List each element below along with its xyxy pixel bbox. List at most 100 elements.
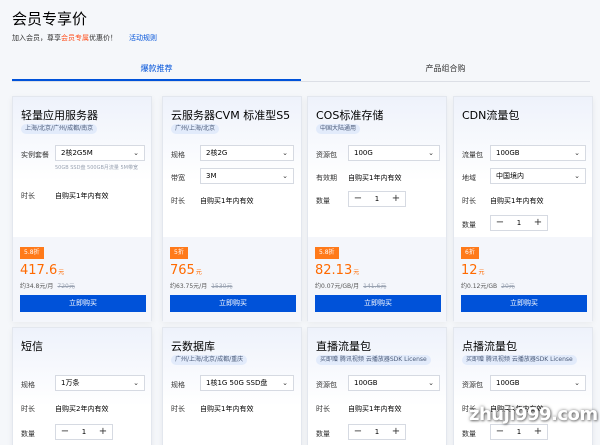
plus-icon[interactable]: + [387,425,405,439]
region-label: 地域 [462,174,476,182]
qty-label: 数量 [462,430,476,438]
minus-icon[interactable]: − [349,425,367,439]
price-old: 20元 [501,283,515,290]
spec-select[interactable]: 1万条 ⌄ [55,375,145,391]
quantity-stepper: − 1 + [348,191,406,207]
region-tag: 中国大陆通用 [316,124,361,134]
card-title: CDN流量包 [462,109,520,122]
duration-value: 自购买1年内有效 [200,197,254,205]
buy-button[interactable]: 立即购买 [20,295,146,312]
spec-label: 规格 [171,381,185,389]
card-title: 云数据库 [171,340,215,353]
pack-select-value: 100GB [496,149,520,157]
pack-select[interactable]: 100GB ⌄ [490,375,586,391]
card-title: 短信 [21,340,43,353]
card-cos: COS标准存储 中国大陆通用 资源包 100G ⌄ 有效期 自购买1年内有效 数量… [307,96,447,322]
quantity-value[interactable]: 1 [74,425,94,439]
price: 417.6元 [20,263,64,278]
pack-label: 资源包 [462,381,483,389]
quantity-value[interactable]: 1 [509,425,529,439]
pack-select-value: 100GB [496,379,520,387]
pack-select[interactable]: 100GB ⌄ [490,145,586,161]
duration-label: 时长 [21,192,35,200]
minus-icon[interactable]: − [491,425,509,439]
spec-note: 50GB SSD盘 500GB月流量 5M带宽 [55,165,138,171]
promo-tag: 买即赠 腾讯视频 云播放器SDK License [462,355,577,365]
plus-icon[interactable]: + [529,216,547,230]
plus-icon[interactable]: + [529,425,547,439]
chevron-down-icon: ⌄ [574,379,580,387]
pack-select[interactable]: 100G ⌄ [348,145,440,161]
region-select[interactable]: 中国境内 ⌄ [490,168,586,184]
quantity-value[interactable]: 1 [367,425,387,439]
card-database: 云数据库 广州/上海/北京/成都/重庆 规格 1核1G 50G SSD盘 ⌄ 时长… [162,327,302,445]
price: 12元 [461,263,485,278]
pack-label: 流量包 [462,151,483,159]
price-value: 82.13 [315,263,353,278]
card-cdn: CDN流量包 流量包 100GB ⌄ 地域 中国境内 ⌄ 时长 自购买1年内有效 数… [453,96,593,322]
discount-badge: 5折 [170,247,188,259]
card-lighthouse: 轻量应用服务器 上海/北京/广州/成都/南京 实例套餐 2核2G5M ⌄ 50GB… [12,96,152,322]
spec-select-value: 1核1G 50G SSD盘 [206,379,268,387]
minus-icon[interactable]: − [56,425,74,439]
chevron-down-icon: ⌄ [282,149,288,157]
valid-value: 自购买1年内有效 [348,174,402,182]
chevron-down-icon: ⌄ [428,379,434,387]
spec-select-value: 2核2G5M [61,149,93,157]
price-detail: 约63.75元/月 1530元 [170,281,232,290]
promo-tag: 买即赠 腾讯视频 云播放器SDK License [316,355,431,365]
rules-link[interactable]: 活动规则 [129,34,157,42]
card-title: 点播流量包 [462,340,517,353]
buy-button[interactable]: 立即购买 [315,295,441,312]
card-title: 云服务器CVM 标准型S5 [171,109,291,122]
price-unit: 元 [58,269,65,276]
minus-icon[interactable]: − [349,192,367,206]
page-subtitle: 加入会员，尊享会员专属优惠价！ 活动规则 [12,33,157,43]
chevron-down-icon: ⌄ [574,172,580,180]
bandwidth-label: 带宽 [171,174,185,182]
tab-bundle[interactable]: 产品组合购 [301,58,590,82]
price-unit: 元 [353,269,360,276]
card-title: 直播流量包 [316,340,371,353]
discount-badge: 6折 [461,247,479,259]
spec-select[interactable]: 1核1G 50G SSD盘 ⌄ [200,375,294,391]
discount-badge: 5.8折 [20,247,44,259]
plus-icon[interactable]: + [94,425,112,439]
price-old: 141.6元 [363,283,387,290]
duration-label: 时长 [21,405,35,413]
pack-select[interactable]: 100GB ⌄ [348,375,440,391]
bandwidth-select[interactable]: 3M ⌄ [200,168,294,184]
price: 82.13元 [315,263,359,278]
quantity-value[interactable]: 1 [367,192,387,206]
price-detail: 约34.8元/月 720元 [20,281,75,290]
price-value: 765 [170,263,195,278]
buy-button[interactable]: 立即购买 [461,295,587,312]
subtitle-suffix: 优惠价！ [89,34,117,42]
pack-select-value: 100G [354,149,373,157]
price-old: 720元 [57,283,75,290]
price-detail: 约0.12元/GB 20元 [461,281,515,290]
spec-select-value: 1万条 [61,379,80,387]
spec-label: 规格 [21,381,35,389]
subtitle-highlight: 会员专属 [61,34,89,42]
duration-value: 自购买2年内有效 [55,405,109,413]
plus-icon[interactable]: + [387,192,405,206]
discount-badge: 5.8折 [315,247,339,259]
pack-label: 资源包 [316,381,337,389]
valid-label: 有效期 [316,174,337,182]
chevron-down-icon: ⌄ [133,379,139,387]
page-title: 会员专享价 [12,10,88,28]
spec-label: 实例套餐 [21,151,49,159]
quantity-value[interactable]: 1 [509,216,529,230]
quantity-stepper: − 1 + [490,215,548,231]
duration-label: 时长 [171,197,185,205]
price-old: 1530元 [211,283,233,290]
spec-select[interactable]: 2核2G ⌄ [200,145,294,161]
spec-label: 规格 [171,151,185,159]
duration-value: 自购买1年内有效 [200,405,254,413]
price-per: 约63.75元/月 [170,283,208,290]
spec-select[interactable]: 2核2G5M ⌄ [55,145,145,161]
buy-button[interactable]: 立即购买 [170,295,296,312]
region-tag: 上海/北京/广州/成都/南京 [21,124,98,134]
minus-icon[interactable]: − [491,216,509,230]
